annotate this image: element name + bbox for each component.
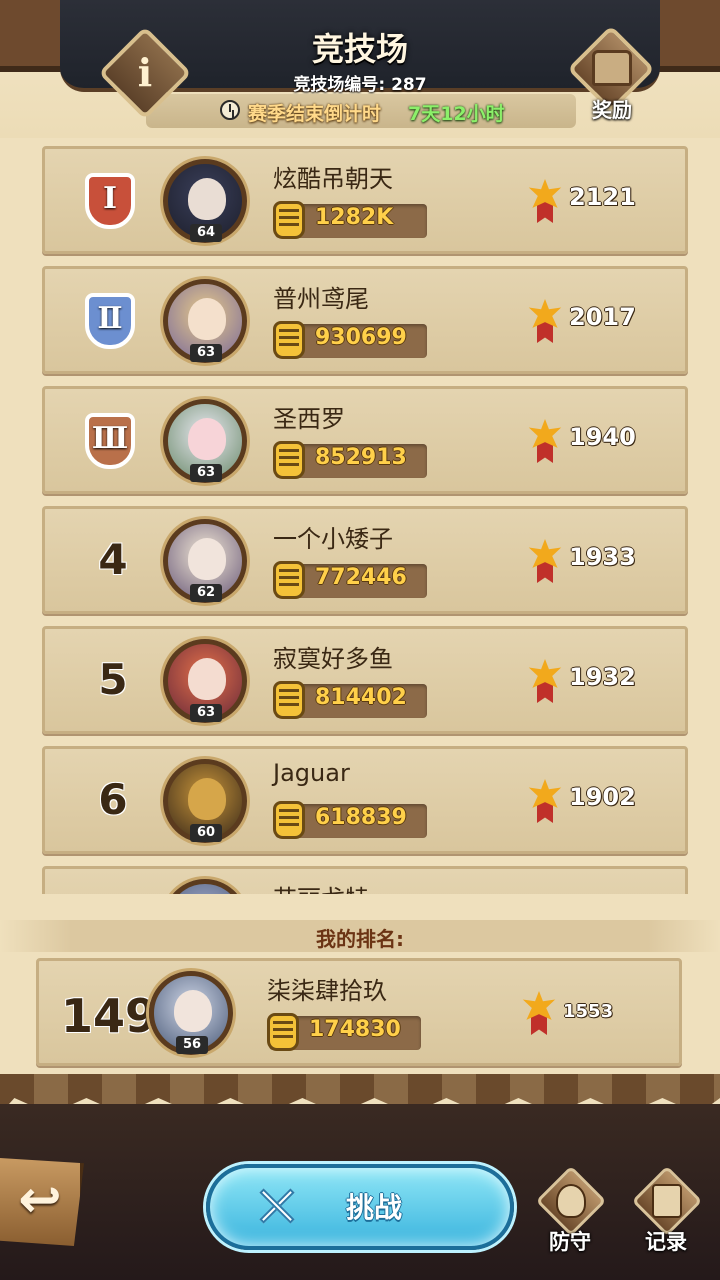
leaderboard-row[interactable]: Ⅰ 64 炫酷吊朝天 1282K 2121 bbox=[42, 146, 688, 254]
fist-icon bbox=[273, 681, 305, 719]
my-rank-number: 149 bbox=[60, 989, 158, 1043]
rank-badge-icon: Ⅱ bbox=[75, 287, 145, 357]
arena-score: 1940 bbox=[569, 423, 636, 451]
back-arrow-icon[interactable]: ↩ bbox=[10, 1168, 70, 1232]
medal-icon bbox=[527, 299, 563, 345]
fist-icon bbox=[273, 201, 305, 239]
medal-icon bbox=[527, 779, 563, 825]
record-label: 记录 bbox=[645, 1230, 687, 1254]
leaderboard-row[interactable]: 6 60 Jaguar 618839 1902 bbox=[42, 746, 688, 854]
player-name: 艾丽戈特 bbox=[273, 879, 369, 894]
chest-icon bbox=[592, 50, 632, 86]
player-name: 一个小矮子 bbox=[273, 525, 393, 553]
player-name: Jaguar bbox=[273, 759, 350, 787]
avatar[interactable]: 56 bbox=[149, 971, 233, 1055]
fist-icon bbox=[267, 1013, 299, 1051]
fist-icon bbox=[273, 801, 305, 839]
scroll-icon bbox=[652, 1184, 682, 1218]
reward-button[interactable]: 奖励 bbox=[566, 25, 658, 122]
fist-icon bbox=[273, 321, 305, 359]
player-name: 寂寞好多鱼 bbox=[273, 645, 393, 673]
power-value: 1282K bbox=[315, 205, 394, 230]
fist-icon bbox=[273, 561, 305, 599]
power-value: 174830 bbox=[309, 1017, 401, 1042]
leaderboard-list[interactable]: Ⅰ 64 炫酷吊朝天 1282K 2121 Ⅱ 63 普州鸢尾 930699 2017 Ⅲ 63 圣西罗… bbox=[0, 138, 720, 894]
season-countdown: 赛季结束倒计时 7天12小时 bbox=[146, 94, 576, 128]
player-name: 柒柒肆拾玖 bbox=[267, 977, 387, 1005]
reward-label: 奖励 bbox=[592, 98, 632, 122]
level-badge: 64 bbox=[190, 224, 222, 242]
avatar[interactable]: 63 bbox=[163, 399, 247, 483]
medal-icon bbox=[527, 179, 563, 225]
leaderboard-row[interactable]: Ⅱ 63 普州鸢尾 930699 2017 bbox=[42, 266, 688, 374]
season-remaining: 7天12小时 bbox=[408, 103, 505, 125]
challenge-label[interactable]: 挑战 bbox=[206, 1186, 542, 1226]
record-button[interactable]: 记录 bbox=[626, 1165, 706, 1254]
arena-score: 2121 bbox=[569, 183, 636, 211]
shield-icon bbox=[556, 1184, 586, 1218]
arena-score: 2017 bbox=[569, 303, 636, 331]
level-badge: 62 bbox=[190, 584, 222, 602]
leaderboard-row[interactable]: 4 62 一个小矮子 772446 1933 bbox=[42, 506, 688, 614]
rank-number: 6 bbox=[98, 775, 128, 824]
arena-score: 1932 bbox=[569, 663, 636, 691]
avatar[interactable]: 64 bbox=[163, 159, 247, 243]
avatar[interactable] bbox=[163, 879, 247, 894]
power-value: 772446 bbox=[315, 565, 407, 590]
defense-button[interactable]: 防守 bbox=[530, 1165, 610, 1254]
level-badge: 56 bbox=[176, 1036, 208, 1054]
power-value: 852913 bbox=[315, 445, 407, 470]
leaderboard-row[interactable]: 7艾丽戈特 bbox=[42, 866, 688, 894]
arena-score: 1902 bbox=[569, 783, 636, 811]
info-icon[interactable]: i bbox=[112, 40, 178, 106]
clock-icon bbox=[220, 100, 240, 120]
rank-number: 5 bbox=[98, 655, 128, 704]
level-badge: 60 bbox=[190, 824, 222, 842]
power-value: 618839 bbox=[315, 805, 407, 830]
leaderboard-row[interactable]: 5 63 寂寞好多鱼 814402 1932 bbox=[42, 626, 688, 734]
rank-badge-icon: Ⅰ bbox=[75, 167, 145, 237]
player-name: 圣西罗 bbox=[273, 405, 345, 433]
season-label: 赛季结束倒计时 bbox=[248, 103, 382, 125]
avatar[interactable]: 60 bbox=[163, 759, 247, 843]
defense-label: 防守 bbox=[549, 1230, 591, 1254]
medal-icon bbox=[521, 991, 557, 1037]
medal-icon bbox=[527, 539, 563, 585]
player-name: 普州鸢尾 bbox=[273, 285, 369, 313]
my-rank-title: 我的排名: bbox=[316, 927, 404, 951]
arena-score: 1553 bbox=[563, 1001, 614, 1022]
medal-icon bbox=[527, 659, 563, 705]
level-badge: 63 bbox=[190, 704, 222, 722]
avatar[interactable]: 63 bbox=[163, 279, 247, 363]
fist-icon bbox=[273, 441, 305, 479]
header: 竞技场 竞技场编号: 287 赛季结束倒计时 7天12小时 i 奖励 bbox=[0, 0, 720, 138]
player-name: 炫酷吊朝天 bbox=[273, 165, 393, 193]
medal-icon bbox=[527, 419, 563, 465]
level-badge: 63 bbox=[190, 344, 222, 362]
level-badge: 63 bbox=[190, 464, 222, 482]
rank-number: 4 bbox=[98, 535, 128, 584]
power-value: 814402 bbox=[315, 685, 407, 710]
rank-badge-icon: Ⅲ bbox=[75, 407, 145, 477]
arena-score: 1933 bbox=[569, 543, 636, 571]
avatar[interactable]: 62 bbox=[163, 519, 247, 603]
power-value: 930699 bbox=[315, 325, 407, 350]
my-rank-row[interactable]: 149 56 柒柒肆拾玖 174830 1553 bbox=[36, 958, 682, 1066]
avatar[interactable]: 63 bbox=[163, 639, 247, 723]
leaderboard-row[interactable]: Ⅲ 63 圣西罗 852913 1940 bbox=[42, 386, 688, 494]
